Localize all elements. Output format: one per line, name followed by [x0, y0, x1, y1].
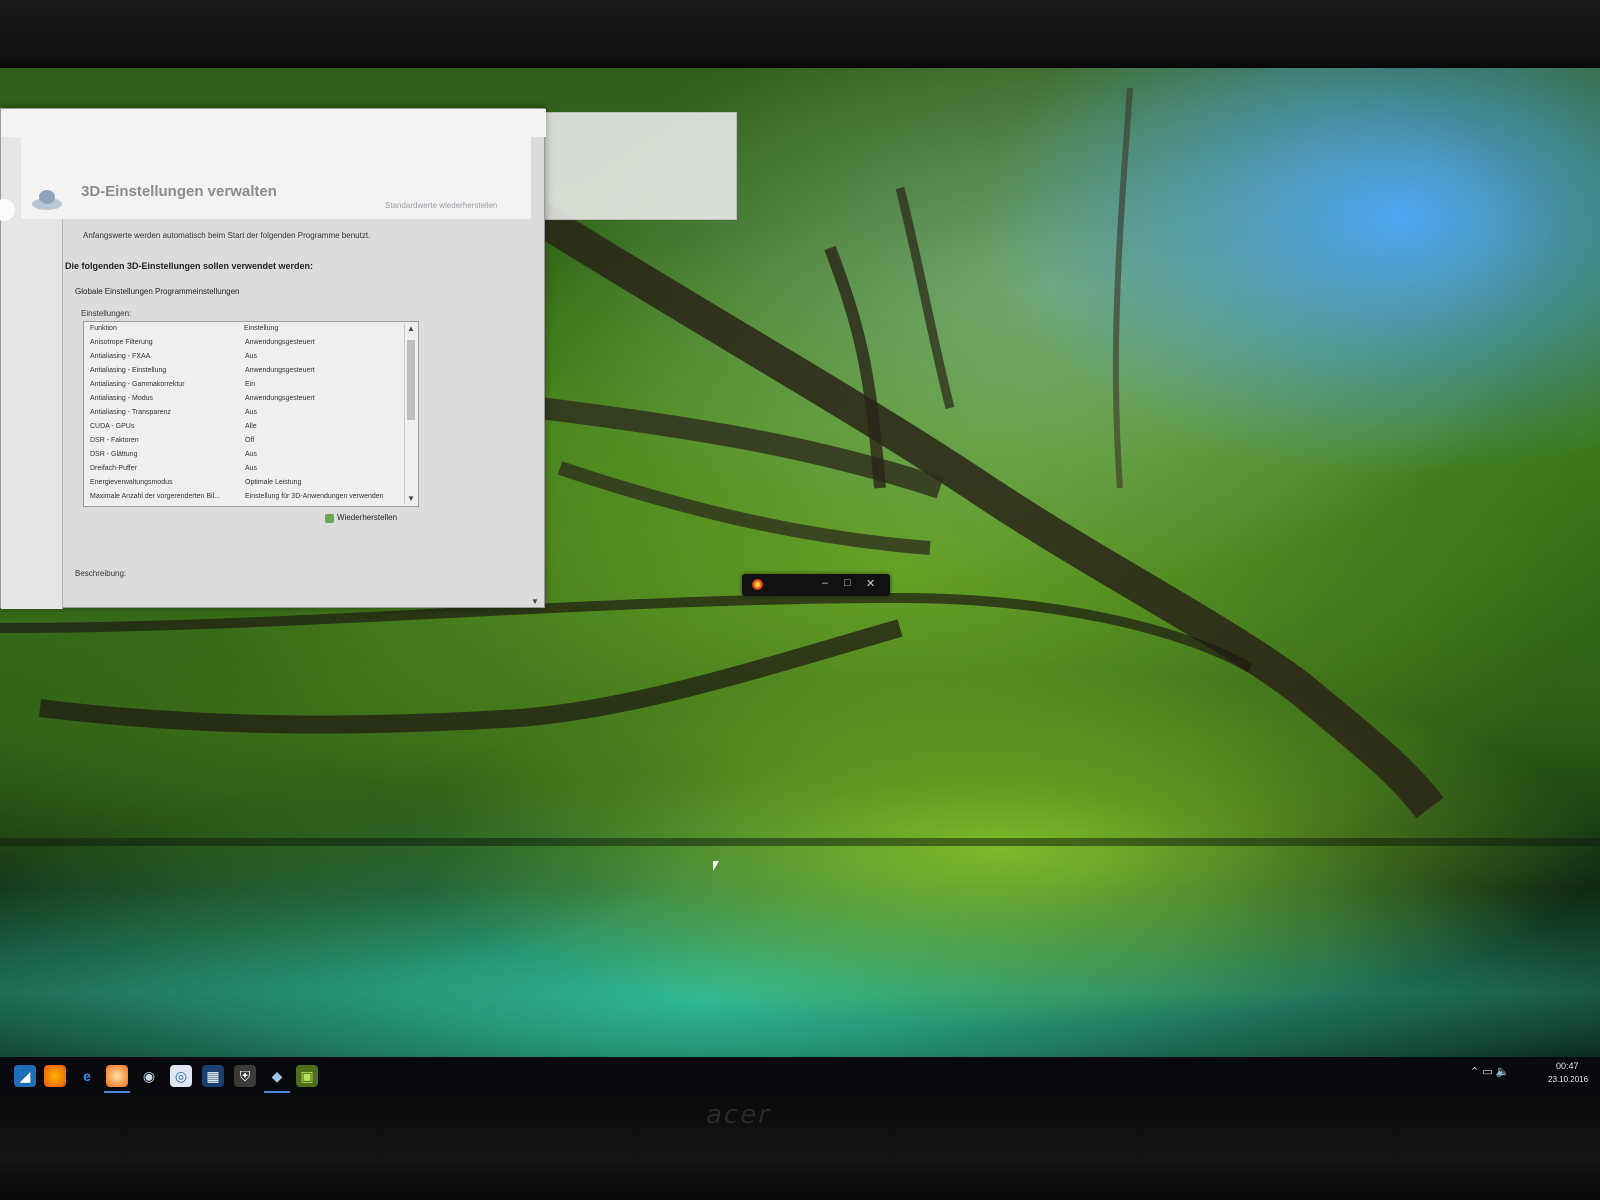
taskbar: ◢ e ◉ ◎ ▦ ⛨ ◆ ▣ ⌃ ▭ 🔈 00:47 23.10.2016	[0, 1057, 1600, 1095]
tab-program-settings[interactable]: Programmeinstellungen	[155, 287, 240, 296]
minimize-icon[interactable]: –	[822, 577, 828, 589]
window-scroll-down-icon[interactable]: ▼	[531, 597, 539, 606]
monitor-bezel-bottom	[0, 1095, 1600, 1200]
row-value[interactable]: Optimale Leistung	[245, 479, 301, 486]
monitor-brand-logo: acer	[706, 1100, 771, 1130]
table-row[interactable]: CUDA - GPUs Alle	[90, 423, 400, 436]
scroll-up-icon[interactable]: ▲	[407, 324, 415, 333]
row-function: Maximale Anzahl der vorgerenderten Bil..…	[90, 493, 220, 500]
monitor-bezel-top	[0, 0, 1600, 70]
table-row[interactable]: Dreifach-Puffer Aus	[90, 465, 400, 478]
row-function: Dreifach-Puffer	[90, 465, 137, 472]
table-row[interactable]: DSR - Faktoren Off	[90, 437, 400, 450]
row-function: Antialiasing - Transparenz	[90, 409, 171, 416]
restore-icon	[325, 514, 334, 523]
mouse-cursor-icon	[713, 861, 719, 871]
row-value[interactable]: Einstellung für 3D-Anwendungen verwenden	[245, 493, 384, 500]
table-row[interactable]: Antialiasing - FXAA Aus	[90, 353, 400, 366]
table-row[interactable]: Antialiasing - Modus Anwendungsgesteuert	[90, 395, 400, 408]
table-row[interactable]: DSR - Glättung Aus	[90, 451, 400, 464]
page-description: Anfangswerte werden automatisch beim Sta…	[83, 231, 371, 240]
shield-icon[interactable]: ⛨	[234, 1065, 256, 1087]
tab-global-settings[interactable]: Globale Einstellungen	[75, 287, 153, 296]
table-row[interactable]: Antialiasing - Transparenz Aus	[90, 409, 400, 422]
table-row[interactable]: Anisotrope Filterung Anwendungsgesteuert	[90, 339, 400, 352]
3d-settings-icon	[32, 190, 62, 210]
row-function: Antialiasing - Modus	[90, 395, 154, 402]
sidebar-link[interactable]	[3, 241, 61, 251]
row-function: CUDA - GPUs	[90, 423, 135, 430]
clock-time[interactable]: 00:47	[1556, 1061, 1579, 1071]
description-label: Beschreibung:	[75, 569, 127, 578]
row-value[interactable]: Aus	[245, 409, 257, 416]
table-row[interactable]: Maximale Anzahl der vorgerenderten Bil..…	[90, 493, 400, 506]
close-icon[interactable]: ✕	[866, 577, 875, 590]
row-function: Anisotrope Filterung	[90, 339, 153, 346]
background-window-panel	[525, 112, 737, 220]
floating-app-window[interactable]: – □ ✕	[742, 574, 890, 596]
firefox-icon[interactable]	[44, 1065, 66, 1087]
settings-label: Einstellungen:	[81, 309, 132, 318]
row-value[interactable]: Aus	[245, 451, 257, 458]
start-icon[interactable]: ◢	[14, 1065, 36, 1087]
column-header-function: Funktion	[90, 325, 117, 332]
section-heading: Die folgenden 3D-Einstellungen sollen ve…	[65, 261, 314, 271]
row-value[interactable]: Aus	[245, 465, 257, 472]
edge-icon[interactable]: e	[76, 1065, 98, 1087]
page-title: 3D-Einstellungen verwalten	[81, 183, 277, 200]
row-value[interactable]: Alle	[245, 423, 257, 430]
row-function: Antialiasing - FXAA	[90, 353, 151, 360]
row-function: DSR - Glättung	[90, 451, 138, 458]
row-value[interactable]: Anwendungsgesteuert	[245, 339, 315, 346]
desktop-screen: 3D-Einstellungen verwalten Standardwerte…	[0, 68, 1600, 1095]
active-indicator	[104, 1091, 130, 1093]
steam-icon[interactable]: ◉	[138, 1065, 160, 1087]
nvidia-icon[interactable]: ▣	[296, 1065, 318, 1087]
table-row[interactable]: Antialiasing - Gammakorrektur Ein	[90, 381, 400, 394]
row-value[interactable]: Anwendungsgesteuert	[245, 367, 315, 374]
row-function: Antialiasing - Einstellung	[90, 367, 167, 374]
active-indicator	[264, 1091, 290, 1093]
sidebar-link[interactable]	[3, 301, 61, 311]
app-icon[interactable]: ▦	[202, 1065, 224, 1087]
chrome-icon[interactable]: ◎	[170, 1065, 192, 1087]
sidebar-link[interactable]	[3, 347, 61, 357]
scroll-thumb[interactable]	[407, 340, 415, 420]
sidebar-link[interactable]	[3, 377, 61, 387]
restore-button[interactable]: Wiederherstellen	[337, 513, 397, 522]
sidebar-indicator	[0, 199, 15, 221]
nvidia-control-panel-window[interactable]: 3D-Einstellungen verwalten Standardwerte…	[0, 108, 546, 609]
row-function: Energieverwaltungsmodus	[90, 479, 173, 486]
app-icon	[752, 579, 763, 590]
row-value[interactable]: Aus	[245, 353, 257, 360]
system-tray-icons[interactable]: ⌃ ▭ 🔈	[1470, 1065, 1509, 1078]
app2-icon[interactable]: ◆	[266, 1065, 288, 1087]
origin-icon[interactable]	[106, 1065, 128, 1087]
row-value[interactable]: Ein	[245, 381, 255, 388]
row-value[interactable]: Off	[245, 437, 254, 444]
restore-defaults-link[interactable]: Standardwerte wiederherstellen	[385, 201, 498, 210]
table-scrollbar[interactable]: ▲ ▼	[404, 324, 416, 504]
row-function: DSR - Faktoren	[90, 437, 139, 444]
table-row[interactable]: Energieverwaltungsmodus Optimale Leistun…	[90, 479, 400, 492]
settings-table[interactable]: Funktion Einstellung Anisotrope Filterun…	[83, 321, 419, 507]
maximize-icon[interactable]: □	[844, 577, 851, 589]
column-header-setting: Einstellung	[244, 325, 279, 332]
scroll-down-icon[interactable]: ▼	[407, 494, 415, 503]
table-row[interactable]: Antialiasing - Einstellung Anwendungsges…	[90, 367, 400, 380]
row-value[interactable]: Anwendungsgesteuert	[245, 395, 315, 402]
clock-date[interactable]: 23.10.2016	[1548, 1075, 1588, 1084]
row-function: Antialiasing - Gammakorrektur	[90, 381, 185, 388]
